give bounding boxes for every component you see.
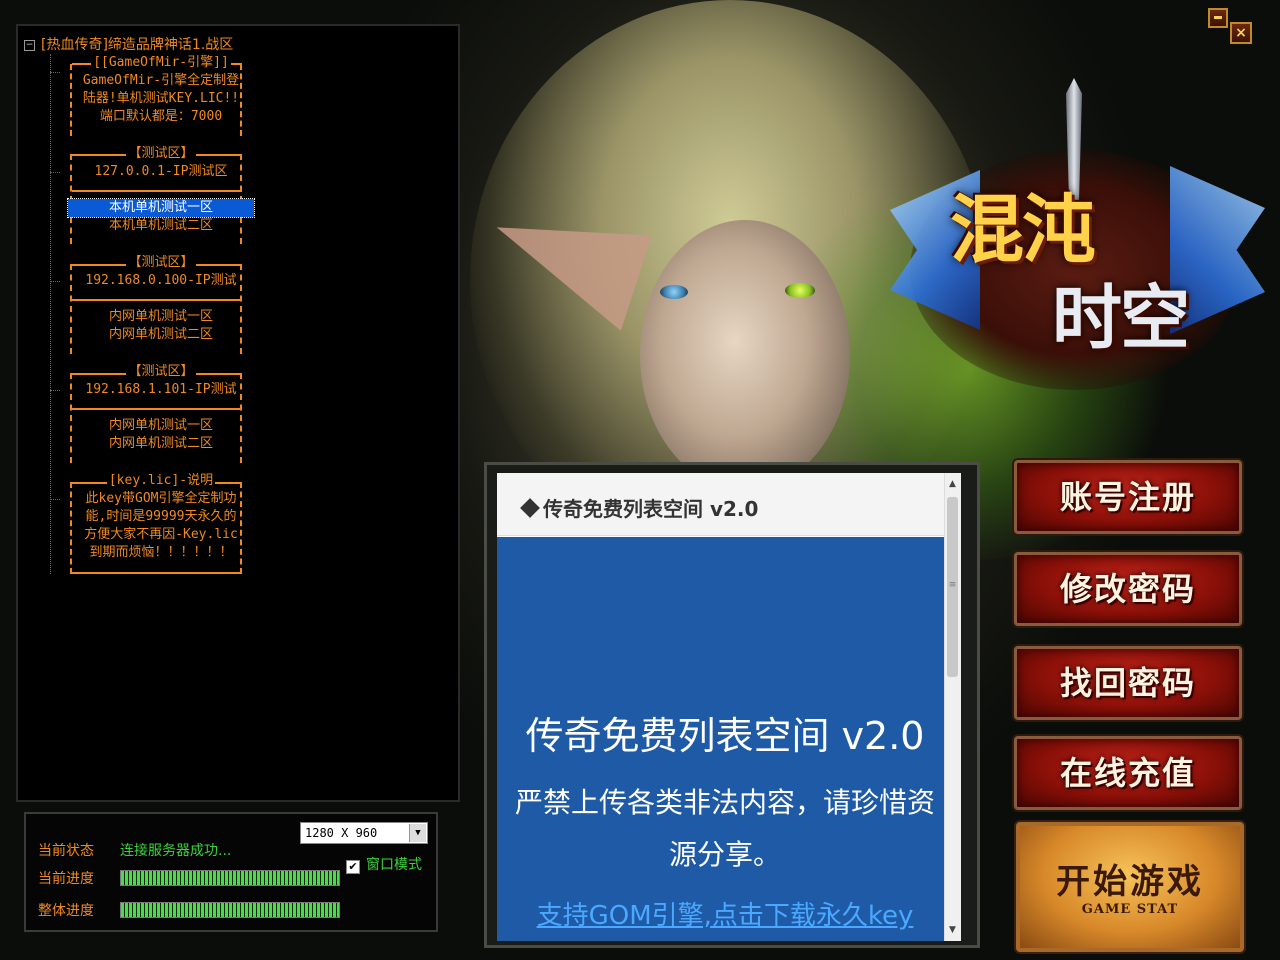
group-header: 【测试区】: [126, 146, 196, 161]
tree-tick: [50, 499, 60, 500]
current-progress-bar: [120, 870, 340, 886]
diamond-icon: [520, 498, 540, 518]
box-border: [72, 299, 242, 301]
tree-info-line: GameOfMir-引擎全定制登: [82, 73, 240, 88]
download-key-link[interactable]: 支持GOM引擎,点击下载永久key: [497, 895, 953, 932]
server-item[interactable]: 本机单机测试二区: [68, 217, 254, 235]
close-icon: ×: [1235, 25, 1247, 41]
group-subtitle: 192.168.1.101-IP测试: [85, 382, 237, 397]
resolution-select[interactable]: 1280 X 960 ▼: [300, 822, 428, 844]
server-item[interactable]: 内网单机测试一区: [68, 308, 254, 326]
key-block-line: 到期而烦恼！！！！！！: [89, 545, 233, 560]
close-button[interactable]: ×: [1230, 22, 1252, 44]
group-subtitle: 192.168.0.100-IP测试: [85, 273, 237, 288]
grip-icon: ≡: [948, 580, 957, 590]
resolution-value: 1280 X 960: [305, 826, 378, 840]
overall-progress-label: 整体进度: [38, 903, 94, 919]
status-panel: 当前状态 连接服务器成功... 当前进度 整体进度 1280 X 960 ▼ ✔…: [24, 812, 438, 932]
online-recharge-button[interactable]: 在线充值: [1014, 736, 1242, 810]
tree-tick: [50, 172, 60, 173]
server-tree-panel[interactable]: − [热血传奇]缔造品牌神话1.战区 [[GameOfMir-引擎]] GameO…: [16, 24, 460, 802]
current-progress-label: 当前进度: [38, 871, 94, 887]
minimize-icon: [1214, 16, 1222, 19]
group-header: 【测试区】: [126, 255, 196, 270]
chevron-down-icon[interactable]: ▼: [409, 824, 426, 842]
window-mode-label: 窗口模式: [366, 857, 422, 873]
logo-text-line1: 混沌: [950, 187, 1096, 273]
box-border: [72, 190, 242, 192]
current-status-label: 当前状态: [38, 843, 94, 859]
register-account-button[interactable]: 账号注册: [1014, 460, 1242, 534]
box-border: [72, 408, 242, 410]
recover-password-label: 找回密码: [1059, 664, 1196, 702]
collapse-toggle-icon[interactable]: −: [24, 39, 35, 51]
notice-text: 严禁上传各类非法内容，请珍惜资源分享。: [514, 786, 935, 871]
minimize-button[interactable]: [1208, 8, 1228, 28]
window-mode-checkbox[interactable]: ✔ 窗口模式: [346, 854, 422, 874]
key-block-line: 此key带GOM引擎全定制功: [85, 491, 237, 506]
start-game-button[interactable]: 开始游戏 GAME STAT: [1016, 822, 1244, 952]
notice-scrollbar[interactable]: ▲ ≡ ▼: [944, 473, 961, 941]
tree-guide-line: [50, 54, 51, 574]
tree-tick: [50, 72, 60, 73]
recover-password-button[interactable]: 找回密码: [1014, 646, 1242, 720]
scroll-down-icon[interactable]: ▼: [949, 925, 956, 935]
server-item[interactable]: 内网单机测试二区: [68, 326, 254, 344]
key-block-header: [key.lic]-说明: [106, 473, 216, 488]
start-game-sublabel: GAME STAT: [1081, 902, 1179, 917]
notice-body: 传奇免费列表空间 v2.0 严禁上传各类非法内容，请珍惜资源分享。 支持GOM引…: [497, 537, 953, 941]
key-block-line: 方便大家不再因-Key.lic: [84, 527, 238, 542]
notice-frame: 传奇免费列表空间 v2.0 传奇免费列表空间 v2.0 严禁上传各类非法内容，请…: [484, 462, 980, 948]
change-password-label: 修改密码: [1059, 570, 1196, 608]
tree-info-line: 端口默认都是：7000: [99, 109, 223, 124]
tree-tick: [50, 281, 60, 282]
start-game-label: 开始游戏: [1056, 862, 1204, 902]
notice-title: 传奇免费列表空间 v2.0: [525, 714, 925, 758]
key-block-line: 能,时间是99999天永久的: [85, 509, 237, 524]
recharge-label: 在线充值: [1059, 754, 1196, 792]
group-subtitle: 127.0.0.1-IP测试区: [94, 164, 228, 179]
tree-tick: [50, 390, 60, 391]
notice-header: 传奇免费列表空间 v2.0: [497, 473, 945, 536]
current-progress-fill: [121, 871, 339, 885]
launcher-window: 混沌 时空 × − [热血传奇]缔造品牌神话1.战区 [[GameOfMir-引擎…: [0, 0, 1280, 960]
tree-info-line: 陆器!单机测试KEY.LIC!!: [82, 91, 240, 106]
character-eye-green: [785, 283, 815, 298]
notice-webview[interactable]: 传奇免费列表空间 v2.0 传奇免费列表空间 v2.0 严禁上传各类非法内容，请…: [497, 473, 961, 941]
tree-root-node[interactable]: − [热血传奇]缔造品牌神话1.战区: [24, 34, 233, 54]
change-password-button[interactable]: 修改密码: [1014, 552, 1242, 626]
scroll-thumb[interactable]: ≡: [947, 497, 958, 677]
current-status-value: 连接服务器成功...: [120, 843, 232, 859]
overall-progress-bar: [120, 902, 340, 918]
scroll-up-icon[interactable]: ▲: [949, 479, 956, 489]
box-border: [72, 572, 242, 574]
group-header: 【测试区】: [126, 364, 196, 379]
server-item[interactable]: 内网单机测试一区: [68, 417, 254, 435]
checkbox-check-icon[interactable]: ✔: [346, 860, 360, 874]
overall-progress-fill: [121, 903, 339, 917]
tree-root-label: [热血传奇]缔造品牌神话1.战区: [41, 37, 234, 53]
server-item-selected[interactable]: 本机单机测试一区: [67, 198, 255, 218]
notice-header-title: 传奇免费列表空间 v2.0: [543, 497, 759, 521]
character-eye-blue: [660, 285, 688, 299]
register-label: 账号注册: [1059, 478, 1196, 516]
tree-info-line: [[GameOfMir-引擎]]: [91, 55, 231, 70]
character-face-art: [640, 220, 850, 490]
logo-text-line2: 时空: [1052, 276, 1190, 359]
server-item[interactable]: 内网单机测试二区: [68, 435, 254, 453]
